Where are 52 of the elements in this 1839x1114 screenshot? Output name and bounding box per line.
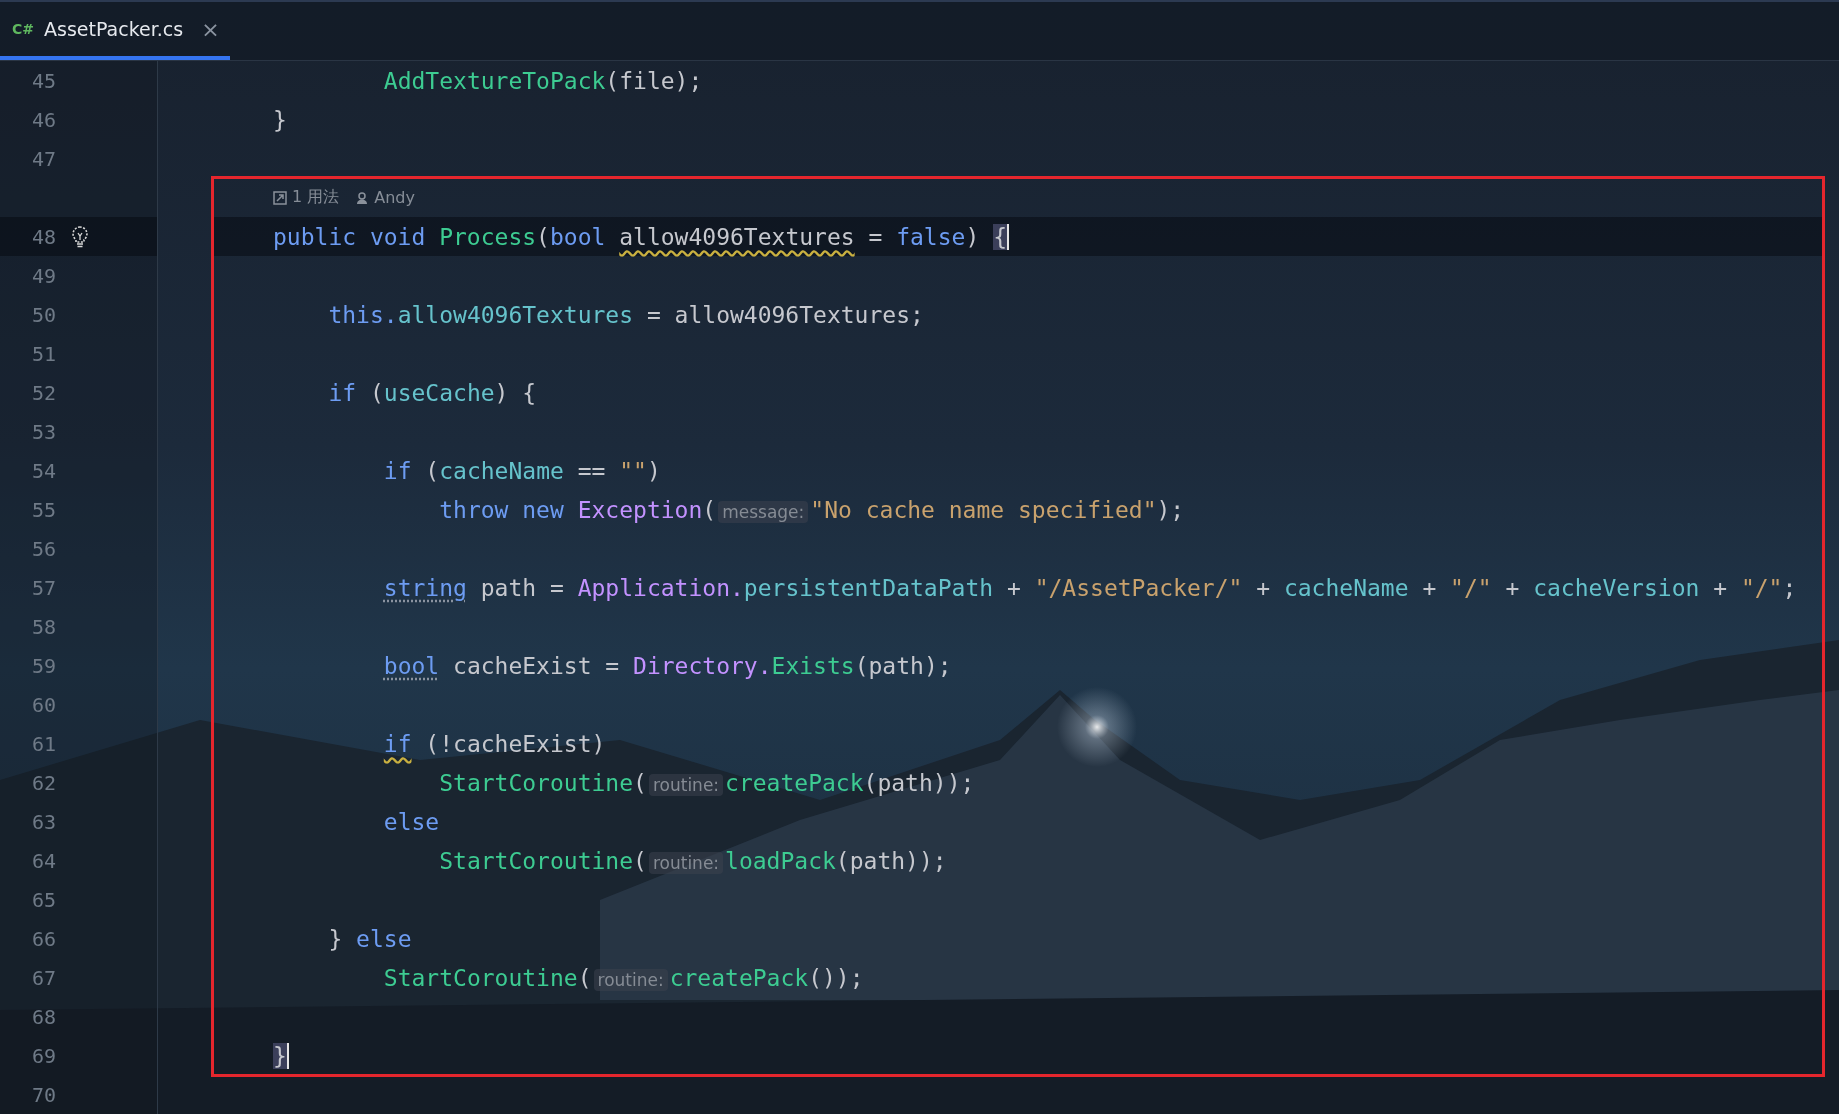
line-number: 54 [30,458,56,483]
author-hint[interactable]: Andy [355,188,415,207]
code-line: bool cacheExist = Directory.Exists(path); [383,652,952,679]
line-number: 48 [30,224,56,249]
arrow-square-icon [273,190,287,205]
code-line: if (cacheName == "") [383,457,661,484]
line-number: 68 [30,1004,56,1029]
person-icon [355,190,370,205]
code-line: this.allow4096Textures = allow4096Textures; [328,301,924,328]
code-line: if (!cacheExist) [383,730,606,757]
line-number: 66 [30,926,56,951]
line-number: 65 [30,887,56,912]
tab-title: AssetPacker.cs [44,18,184,40]
line-number: 60 [30,692,56,717]
line-number: 58 [30,614,56,639]
line-number: 67 [30,965,56,990]
line-number: 53 [30,419,56,444]
line-number: 46 [30,107,56,132]
code-line: StartCoroutine( routine: createPack(path)); [439,769,975,796]
usages-hint[interactable]: 1 用法 [273,187,340,208]
code-line: } [273,106,287,133]
csharp-file-icon: C# [12,21,34,37]
code-line: public void Process(bool allow4096Textures = false) { [273,223,1009,250]
line-number: 50 [30,302,56,327]
line-number: 59 [30,653,56,678]
code-line: } else [328,925,412,952]
code-line: if (useCache) { [328,379,537,406]
line-number: 69 [30,1043,56,1068]
code-line: throw new Exception( message: "No cache name specified"); [439,496,1185,523]
code-line: else [383,808,440,835]
line-number: 70 [30,1082,56,1107]
line-number: 56 [30,536,56,561]
author-name: Andy [374,188,415,207]
line-number: 62 [30,770,56,795]
line-number: 51 [30,341,56,366]
line-number: 57 [30,575,56,600]
line-number: 45 [30,68,56,93]
usages-count: 1 用法 [292,187,340,208]
line-number: 55 [30,497,56,522]
line-number: 61 [30,731,56,756]
line-number: 47 [30,146,56,171]
code-line: string path = Application.persistentDataPath + "/AssetPacker/" + cacheName + "/" + cacheVersion + "/"; [383,574,1797,601]
lightbulb-icon[interactable] [70,224,90,249]
file-tab[interactable]: C# AssetPacker.cs × [0,2,230,60]
close-tab-button[interactable]: × [201,16,220,42]
line-number: 63 [30,809,56,834]
line-number: 64 [30,848,56,873]
code-line: StartCoroutine( routine: loadPack(path)); [439,847,947,874]
line-number: 49 [30,263,56,288]
line-number: 52 [30,380,56,405]
code-line: AddTextureToPack(file); [383,67,703,94]
code-line: StartCoroutine( routine: createPack()); [383,964,864,991]
